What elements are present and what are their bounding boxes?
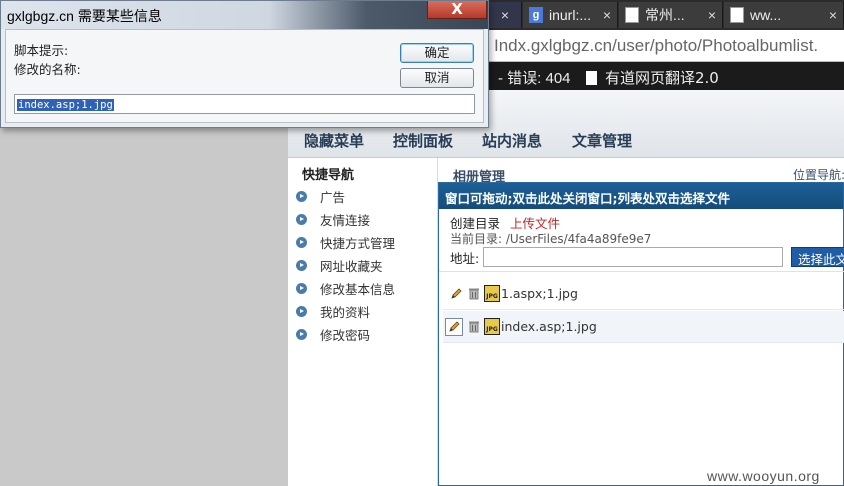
arrow-bullet-icon: [296, 259, 307, 271]
sidebar-title: 快捷导航: [302, 168, 355, 183]
file-row[interactable]: JPG index.asp;1.jpg: [443, 311, 844, 343]
sidebar-item-label: 快捷方式管理: [320, 235, 396, 251]
file-name[interactable]: index.asp;1.jpg: [501, 319, 597, 334]
file-name[interactable]: 1.aspx;1.jpg: [501, 286, 578, 301]
sidebar-item-label: 广告: [320, 189, 346, 205]
browser-tab-changzhou[interactable]: 常州... ×: [619, 2, 723, 28]
tab-close-icon[interactable]: ×: [603, 7, 611, 23]
page-icon: [586, 70, 597, 85]
sidebar-item-links[interactable]: 友情连接: [296, 209, 370, 229]
sidebar-item-label: 网址收藏夹: [320, 258, 383, 274]
nav-messages[interactable]: 站内消息: [482, 130, 542, 151]
prompt-message: 修改的名称:: [14, 62, 81, 77]
breadcrumb-label: 位置导航:: [793, 168, 844, 182]
upload-file-link[interactable]: 上传文件: [510, 216, 560, 231]
nav-control-panel[interactable]: 控制面板: [393, 130, 453, 151]
dialog-title: gxlgbgz.cn 需要某些信息: [7, 8, 162, 24]
file-picker-window: 窗口可拖动;双击此处关闭窗口;列表处双击选择文件 创建目录 上传文件 当前目录:…: [438, 182, 844, 486]
trash-icon[interactable]: [467, 320, 481, 334]
file-row[interactable]: JPG 1.aspx;1.jpg: [443, 278, 844, 310]
picker-title-bar[interactable]: 窗口可拖动;双击此处关闭窗口;列表处双击选择文件: [439, 183, 843, 209]
jpg-file-icon: JPG: [484, 285, 500, 302]
page-icon: [625, 7, 639, 23]
tab-title: ww...: [750, 7, 782, 23]
sidebar-item-label: 我的资料: [320, 304, 371, 320]
prompt-input-value: index.asp;1.jpg: [17, 99, 114, 111]
bookmark-label: 有道网页翻译2.0: [605, 69, 719, 87]
browser-tab-inurl[interactable]: g inurl:... ×: [523, 2, 618, 28]
address-input[interactable]: [483, 247, 784, 267]
arrow-bullet-icon: [296, 305, 307, 317]
arrow-bullet-icon: [296, 213, 307, 225]
arrow-bullet-icon: [296, 282, 307, 294]
nav-articles[interactable]: 文章管理: [572, 130, 632, 151]
dialog-title-bar[interactable]: gxlgbgz.cn 需要某些信息: [1, 1, 488, 29]
sidebar-item-basic-info[interactable]: 修改基本信息: [296, 278, 395, 298]
watermark: www.wooyun.org: [707, 468, 820, 484]
prompt-input[interactable]: index.asp;1.jpg: [14, 94, 475, 114]
tab-close-icon[interactable]: ×: [501, 7, 509, 23]
address-row: 地址:: [450, 247, 784, 267]
dialog-body: 脚本提示: 修改的名称: 确定 取消 index.asp;1.jpg: [5, 29, 484, 123]
sidebar-item-label: 修改密码: [320, 327, 371, 343]
sidebar-item-label: 友情连接: [320, 212, 371, 228]
close-button[interactable]: X: [427, 1, 487, 19]
pencil-icon[interactable]: [449, 287, 463, 301]
url-text[interactable]: Indx.gxlgbgz.cn/user/photo/Photoalbumlis…: [494, 36, 818, 56]
sidebar-item-ads[interactable]: 广告: [296, 186, 345, 206]
arrow-bullet-icon: [296, 190, 307, 202]
current-directory: 当前目录: /UserFiles/4fa4a89fe9e7: [450, 232, 652, 246]
browser-tab-ww[interactable]: ww... ×: [724, 2, 844, 28]
tab-title: inurl:...: [549, 7, 592, 23]
arrow-bullet-icon: [296, 236, 307, 248]
select-file-button[interactable]: 选择此文件: [791, 247, 844, 267]
tab-close-icon[interactable]: ×: [708, 7, 716, 23]
sidebar-item-shortcuts[interactable]: 快捷方式管理: [296, 232, 395, 252]
pencil-icon[interactable]: [445, 317, 463, 336]
bookmark-error[interactable]: - 错误: 404: [498, 67, 571, 88]
cancel-button[interactable]: 取消: [400, 68, 474, 88]
sidebar-item-password[interactable]: 修改密码: [296, 324, 370, 344]
sidebar-item-favorites[interactable]: 网址收藏夹: [296, 255, 383, 275]
sidebar-item-label: 修改基本信息: [320, 281, 396, 297]
tab-close-icon[interactable]: ×: [829, 7, 837, 23]
tab-title: 常州...: [645, 7, 685, 23]
google-icon: g: [529, 7, 543, 23]
address-label: 地址:: [450, 250, 480, 266]
prompt-dialog: gxlgbgz.cn 需要某些信息 X 脚本提示: 修改的名称: 确定 取消 i…: [0, 0, 489, 128]
arrow-bullet-icon: [296, 328, 307, 340]
nav-hide-menu[interactable]: 隐藏菜单: [304, 130, 364, 151]
sidebar-item-profile[interactable]: 我的资料: [296, 301, 370, 321]
create-dir-link[interactable]: 创建目录: [450, 216, 500, 231]
sidebar: 快捷导航 广告 友情连接 快捷方式管理 网址收藏夹 修改基本信息 我的资料 修改…: [288, 158, 438, 486]
ok-button[interactable]: 确定: [400, 43, 474, 63]
trash-icon[interactable]: [467, 287, 481, 301]
page-icon: [730, 7, 744, 23]
bookmark-youdao[interactable]: 有道网页翻译2.0: [586, 67, 719, 88]
script-prompt-label: 脚本提示:: [14, 43, 69, 58]
admin-page: 隐藏菜单 控制面板 站内消息 文章管理 快捷导航 广告 友情连接 快捷方式管理 …: [288, 90, 844, 486]
jpg-file-icon: JPG: [484, 318, 500, 335]
divider: [439, 271, 844, 272]
